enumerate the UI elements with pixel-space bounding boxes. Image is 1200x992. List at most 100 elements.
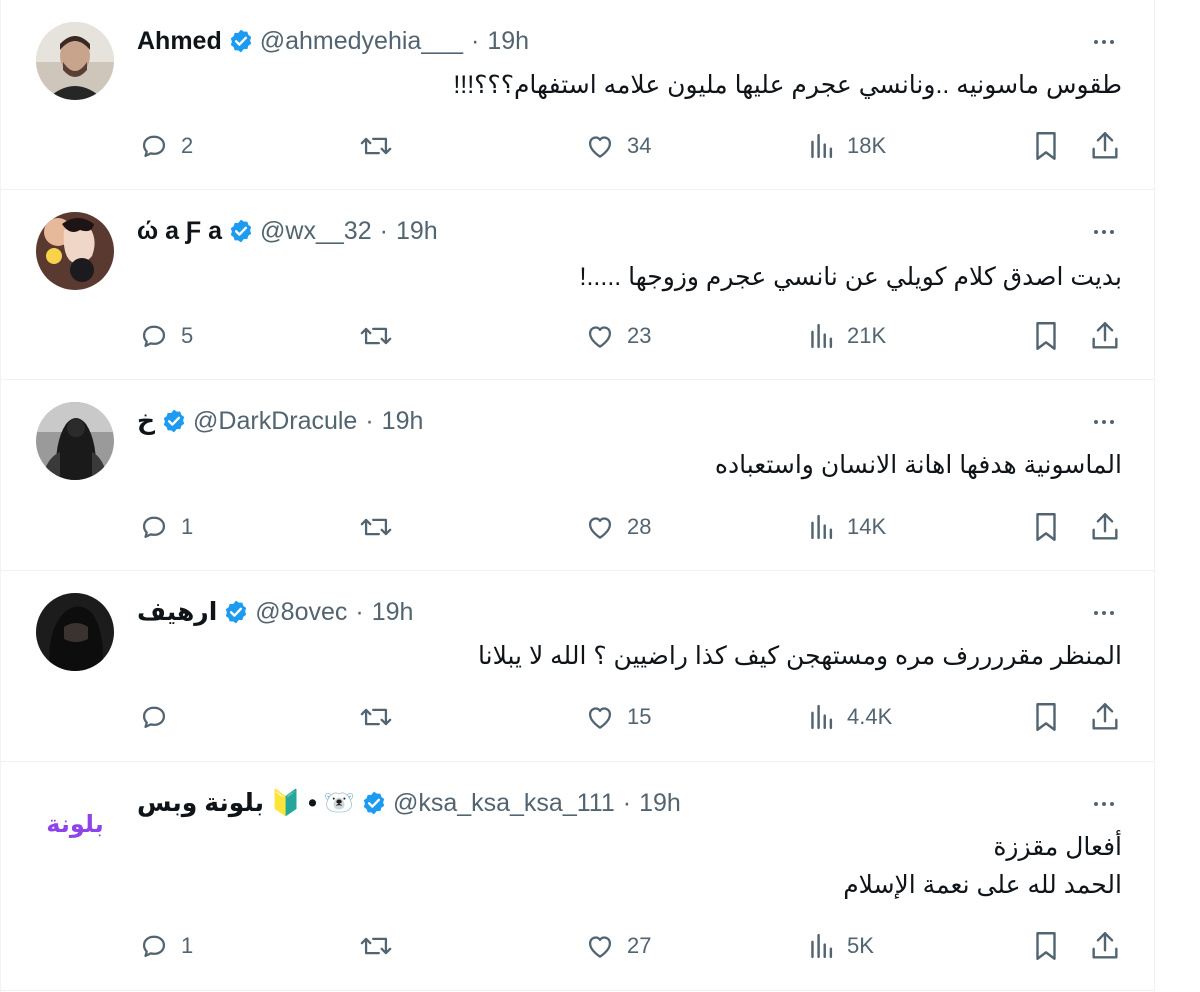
share-icon — [1089, 319, 1121, 353]
avatar[interactable] — [36, 22, 114, 100]
avatar[interactable] — [36, 593, 114, 671]
avatar-logo-text: بلونة — [46, 810, 103, 838]
tweet-text: المنظر مقررررف مره ومستهجن كيف كذا راضيي… — [478, 637, 1122, 675]
verified-badge-icon — [361, 790, 387, 816]
like-count: 34 — [627, 133, 652, 158]
bookmark-button[interactable] — [1031, 126, 1061, 166]
timestamp[interactable]: 19h — [372, 598, 414, 627]
timestamp[interactable]: 19h — [396, 217, 438, 246]
views-button[interactable]: 14K — [807, 507, 886, 547]
like-count: 23 — [627, 323, 652, 348]
display-name[interactable]: Ahmed — [137, 27, 222, 56]
repost-button[interactable] — [357, 926, 405, 966]
more-options-icon[interactable] — [1089, 32, 1119, 52]
user-handle[interactable]: @ksa_ksa_ksa_111 — [393, 789, 615, 818]
tweet-text: طقوس ماسونيه ..ونانسي عجرم عليها مليون ع… — [453, 66, 1122, 104]
verified-badge-icon — [223, 599, 249, 625]
views-button[interactable]: 18K — [807, 126, 886, 166]
display-name[interactable]: ارهيف — [137, 597, 217, 627]
like-count: 27 — [627, 933, 652, 958]
tweet-actions: 1 27 5K — [137, 926, 1122, 966]
tweet-header: بلونة وبس 🔰 • 🐻‍❄️ @ksa_ksa_ksa_111 · 19… — [137, 786, 681, 820]
view-count: 5K — [847, 933, 874, 958]
tweet-text: بديت اصدق كلام كويلي عن نانسي عجرم وزوجه… — [580, 258, 1122, 296]
timestamp[interactable]: 19h — [639, 789, 681, 818]
share-icon — [1089, 129, 1121, 163]
reply-button[interactable] — [137, 697, 181, 737]
heart-icon — [583, 929, 617, 963]
like-button[interactable]: 34 — [583, 126, 651, 166]
reply-button[interactable]: 1 — [137, 926, 193, 966]
views-button[interactable]: 4.4K — [807, 697, 892, 737]
repost-button[interactable] — [357, 316, 405, 356]
analytics-bars-icon — [807, 319, 837, 353]
views-button[interactable]: 21K — [807, 316, 886, 356]
analytics-bars-icon — [807, 929, 837, 963]
name-emoji: 🔰 • 🐻‍❄️ — [270, 788, 355, 817]
reply-button[interactable]: 5 — [137, 316, 193, 356]
more-options-icon[interactable] — [1089, 603, 1119, 623]
display-name[interactable]: خ — [137, 406, 155, 436]
repost-icon — [357, 319, 395, 353]
view-count: 21K — [847, 323, 887, 348]
heart-icon — [583, 510, 617, 544]
tweet-actions: 15 4.4K — [137, 697, 1122, 737]
user-handle[interactable]: @8ovec — [255, 598, 347, 627]
timestamp[interactable]: 19h — [487, 27, 529, 56]
repost-button[interactable] — [357, 697, 405, 737]
share-button[interactable] — [1089, 507, 1121, 547]
tweet-header: ارهيف @8ovec · 19h — [137, 595, 413, 629]
timestamp[interactable]: 19h — [382, 407, 424, 436]
views-button[interactable]: 5K — [807, 926, 874, 966]
tweet-text: أفعال مقززة الحمد لله على نعمة الإسلام — [843, 828, 1122, 904]
tweet[interactable]: خ @DarkDracule · 19h الماسونية هدفها اها… — [1, 380, 1154, 571]
view-count: 4.4K — [847, 704, 893, 729]
reply-count: 2 — [181, 133, 194, 158]
bookmark-button[interactable] — [1031, 316, 1061, 356]
reply-icon — [137, 319, 171, 353]
tweet[interactable]: ارهيف @8ovec · 19h المنظر مقررررف مره وم… — [1, 571, 1154, 762]
reply-icon — [137, 129, 171, 163]
verified-badge-icon — [228, 218, 254, 244]
reply-button[interactable]: 2 — [137, 126, 193, 166]
more-options-icon[interactable] — [1089, 222, 1119, 242]
tweet[interactable]: ώ a Ƒ a @wx__32 · 19h بديت اصدق كلام كوي… — [1, 190, 1154, 380]
like-button[interactable]: 27 — [583, 926, 651, 966]
more-options-icon[interactable] — [1089, 794, 1119, 814]
share-button[interactable] — [1089, 316, 1121, 356]
bookmark-icon — [1031, 700, 1061, 734]
repost-button[interactable] — [357, 126, 405, 166]
bookmark-button[interactable] — [1031, 697, 1061, 737]
analytics-bars-icon — [807, 129, 837, 163]
like-button[interactable]: 15 — [583, 697, 651, 737]
like-button[interactable]: 23 — [583, 316, 651, 356]
separator-dot: · — [355, 597, 364, 626]
display-name[interactable]: ώ a Ƒ a — [137, 217, 222, 246]
user-handle[interactable]: @ahmedyehia___ — [260, 27, 463, 56]
like-button[interactable]: 28 — [583, 507, 651, 547]
avatar[interactable]: بلونة — [36, 784, 114, 862]
share-button[interactable] — [1089, 697, 1121, 737]
more-options-icon[interactable] — [1089, 412, 1119, 432]
share-button[interactable] — [1089, 926, 1121, 966]
share-button[interactable] — [1089, 126, 1121, 166]
bookmark-button[interactable] — [1031, 926, 1061, 966]
tweet[interactable]: Ahmed @ahmedyehia___ · 19h طقوس ماسونيه … — [1, 0, 1154, 190]
tweet-actions: 5 23 21K — [137, 316, 1122, 356]
bookmark-button[interactable] — [1031, 507, 1061, 547]
reply-count: 5 — [181, 323, 194, 348]
share-icon — [1089, 929, 1121, 963]
avatar[interactable] — [36, 212, 114, 290]
repost-button[interactable] — [357, 507, 405, 547]
bookmark-icon — [1031, 929, 1061, 963]
like-count: 15 — [627, 704, 652, 729]
user-handle[interactable]: @wx__32 — [260, 217, 372, 246]
tweet[interactable]: بلونة بلونة وبس 🔰 • 🐻‍❄️ @ksa_ksa_ksa_11… — [1, 762, 1154, 991]
tweet-actions: 1 28 14K — [137, 507, 1122, 547]
reply-button[interactable]: 1 — [137, 507, 193, 547]
heart-icon — [583, 700, 617, 734]
user-handle[interactable]: @DarkDracule — [193, 407, 357, 436]
avatar[interactable] — [36, 402, 114, 480]
display-name[interactable]: بلونة وبس — [137, 788, 264, 818]
repost-icon — [357, 129, 395, 163]
